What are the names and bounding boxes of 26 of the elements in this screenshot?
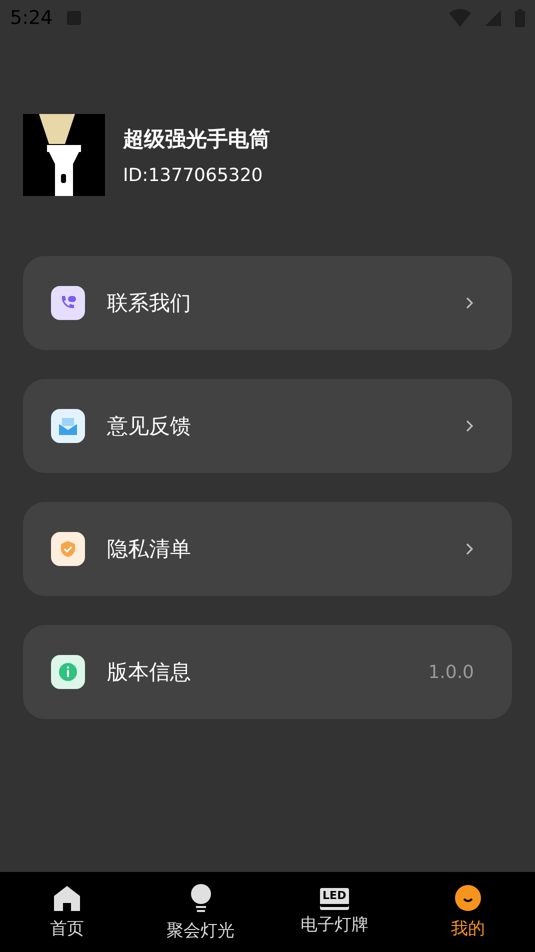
- lightbulb-icon: [188, 882, 213, 912]
- menu-item[interactable]: 意见反馈: [23, 379, 512, 473]
- menu-label: 意见反馈: [107, 413, 192, 440]
- nav-tab[interactable]: LED 电子灯牌: [268, 872, 402, 952]
- version-value: 1.0.0: [428, 662, 474, 682]
- nav-tab[interactable]: 我的: [401, 872, 535, 952]
- chevron-icon: [466, 420, 474, 432]
- home-icon: [52, 884, 81, 910]
- nav-tab[interactable]: 首页: [0, 872, 134, 952]
- user-id: ID:1377065320: [123, 164, 264, 186]
- shield-icon: [58, 539, 78, 559]
- app-name: 超级强光手电筒: [123, 126, 270, 152]
- chevron-icon: [466, 543, 474, 555]
- menu-item[interactable]: 隐私清单: [23, 502, 512, 596]
- led-icon: LED: [320, 888, 350, 907]
- smiley-icon: [455, 884, 482, 910]
- menu-item[interactable]: 版本信息 1.0.0: [23, 625, 512, 719]
- chevron-icon: [466, 297, 474, 309]
- menu-item[interactable]: 联系我们: [23, 256, 512, 350]
- flashlight-icon: [23, 114, 105, 196]
- menu-label: 联系我们: [107, 290, 192, 317]
- nav-tab[interactable]: 聚会灯光: [134, 872, 268, 952]
- menu-label: 版本信息: [107, 659, 192, 686]
- menu-label: 隐私清单: [107, 536, 192, 563]
- info-icon: [58, 662, 78, 682]
- mail-icon: [57, 416, 79, 436]
